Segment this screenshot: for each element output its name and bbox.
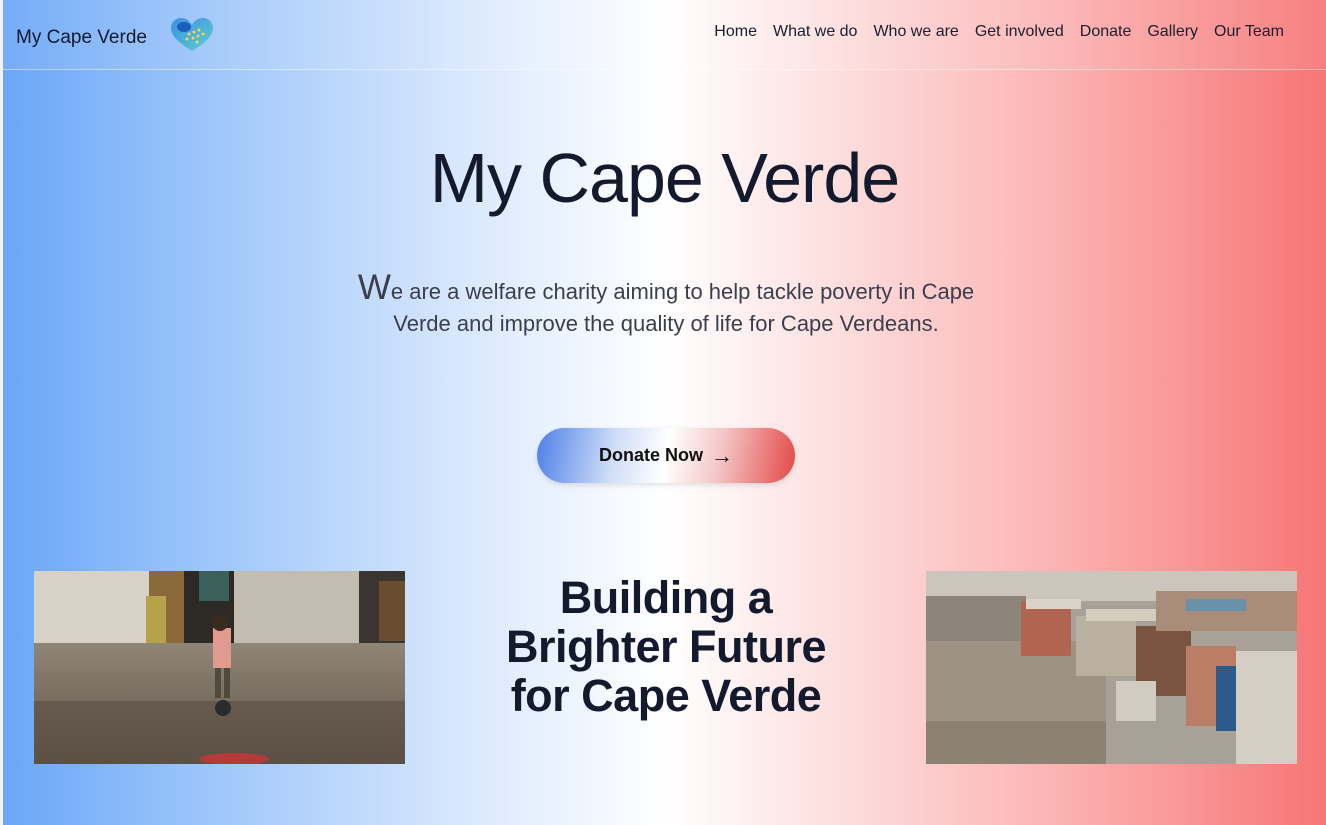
nav-link-get-involved[interactable]: Get involved xyxy=(975,23,1064,40)
brand-name[interactable]: My Cape Verde xyxy=(16,27,147,49)
page: My Cape Verde Home What we do Who we are… xyxy=(0,0,1326,825)
hero-description: We are a welfare charity aiming to help … xyxy=(353,270,979,340)
brand[interactable]: My Cape Verde xyxy=(16,18,217,54)
nav-link-what-we-do[interactable]: What we do xyxy=(773,23,857,40)
navbar: My Cape Verde Home What we do Who we are… xyxy=(3,0,1326,70)
nav-link-donate[interactable]: Donate xyxy=(1080,23,1132,40)
nav-link-our-team[interactable]: Our Team xyxy=(1214,23,1284,40)
section-title: Building a Brighter Future for Cape Verd… xyxy=(505,572,827,721)
heart-globe-icon xyxy=(170,18,213,51)
shanty-town-photo xyxy=(926,571,1297,764)
donate-now-button[interactable]: Donate Now → xyxy=(537,428,795,483)
nav-link-gallery[interactable]: Gallery xyxy=(1147,23,1198,40)
hero-description-drop-cap: W xyxy=(357,268,391,307)
child-street-photo xyxy=(34,571,405,764)
hero-description-text: e are a welfare charity aiming to help t… xyxy=(390,279,975,336)
nav-link-who-we-are[interactable]: Who we are xyxy=(873,23,958,40)
donate-now-label: Donate Now xyxy=(598,445,703,465)
nav-link-home[interactable]: Home xyxy=(714,23,757,40)
nav-links: Home What we do Who we are Get involved … xyxy=(714,23,1284,41)
arrow-right-icon: → xyxy=(711,442,733,468)
hero-title: My Cape Verde xyxy=(429,139,900,217)
